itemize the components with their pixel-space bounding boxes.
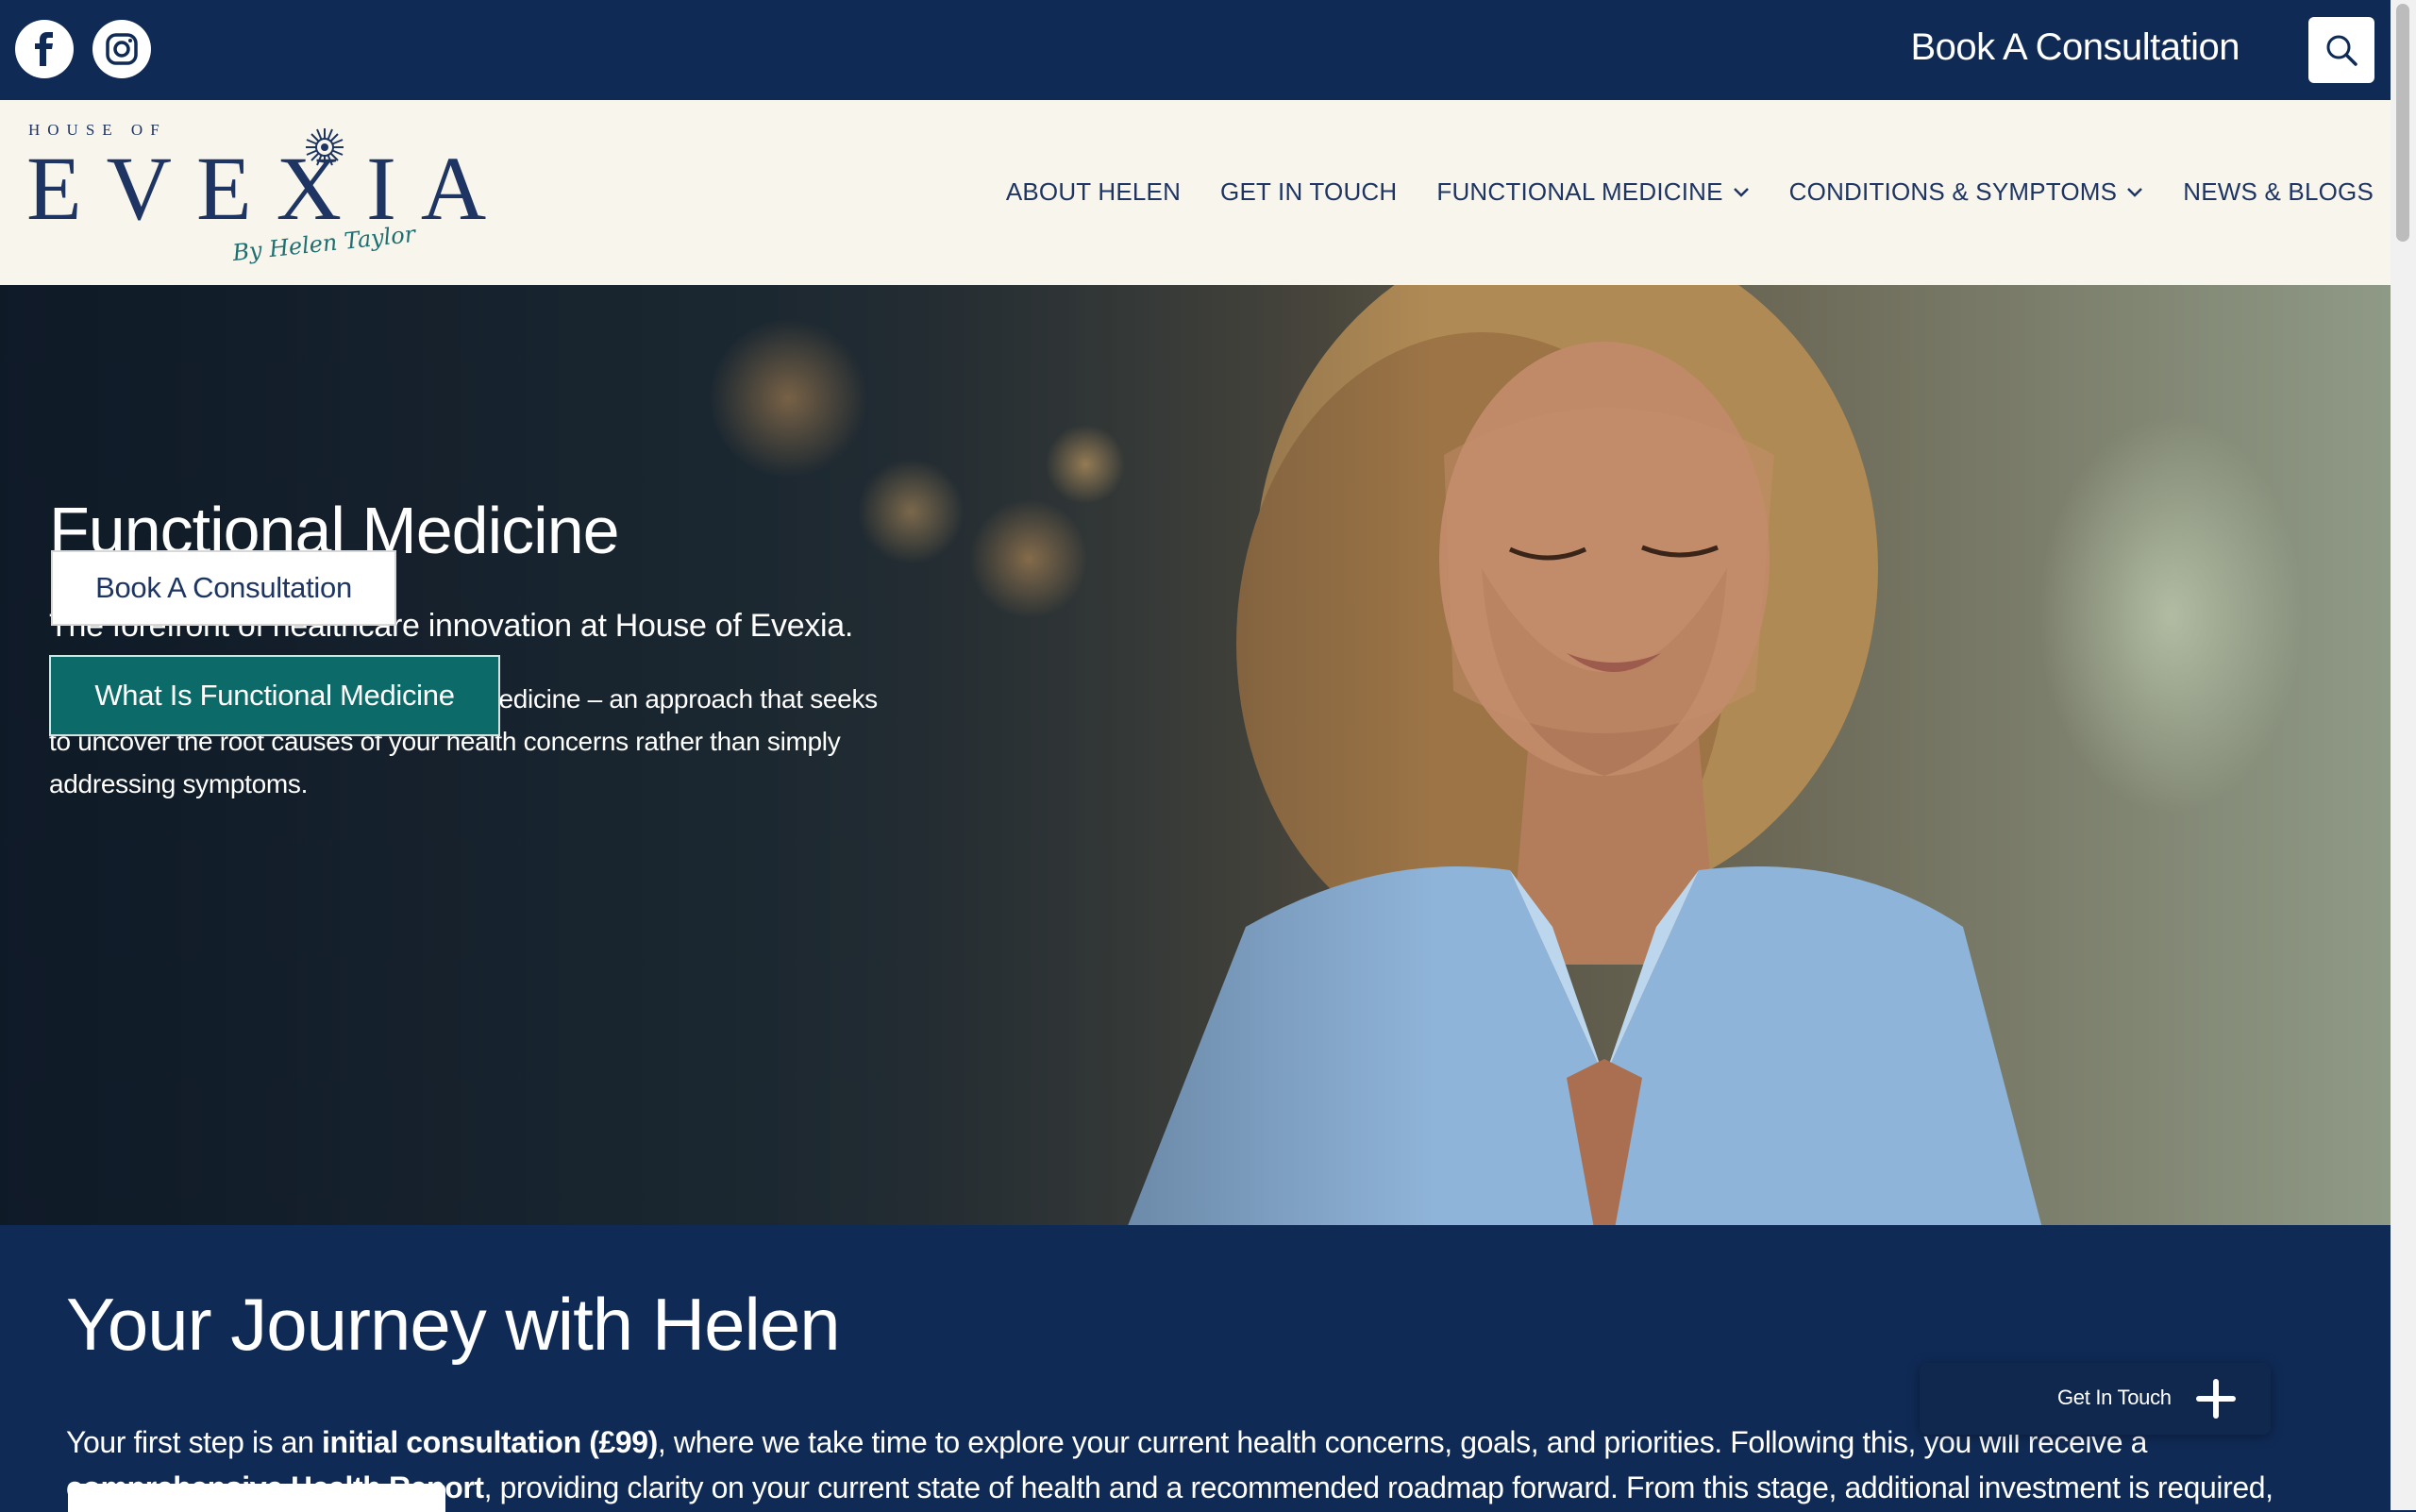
nav-label: CONDITIONS & SYMPTOMS [1788,177,2118,206]
plus-icon [2196,1379,2236,1419]
main-nav: ABOUT HELEN GET IN TOUCH FUNCTIONAL MEDI… [966,177,2374,207]
nav-get-in-touch[interactable]: GET IN TOUCH [1220,177,1397,207]
bottom-white-tab[interactable] [68,1484,445,1512]
search-button[interactable] [2308,17,2374,83]
nav-label: ABOUT HELEN [1005,177,1182,206]
chevron-down-icon [2127,187,2143,197]
site-header: HOUSE OF EVEXIA By Helen Taylor ABOUT HE… [0,100,2391,285]
instagram-icon[interactable] [92,20,151,78]
journey-text-bold: initial consultation (£99) [322,1425,658,1459]
facebook-icon[interactable] [15,20,74,78]
journey-text-part: Your first step is an [66,1425,323,1459]
floating-get-in-touch-button[interactable]: Get In Touch [1920,1363,2271,1435]
page-scrollbar[interactable] [2391,0,2416,1510]
search-icon [2326,35,2357,66]
scrollbar-thumb[interactable] [2396,4,2409,242]
floating-get-in-touch-label: Get In Touch [2057,1386,2172,1409]
flower-icon [306,128,344,166]
nav-conditions-symptoms[interactable]: CONDITIONS & SYMPTOMS [1789,177,2144,207]
chevron-down-icon [1733,187,1749,197]
top-book-consultation-link[interactable]: Book A Consultation [1910,26,2240,69]
nav-about-helen[interactable]: ABOUT HELEN [1006,177,1181,207]
site-logo[interactable]: HOUSE OF EVEXIA By Helen Taylor [26,117,486,268]
nav-label: FUNCTIONAL MEDICINE [1436,177,1723,206]
journey-text-part: , providing clarity on your current stat… [483,1470,2273,1504]
top-bar: Book A Consultation [0,0,2391,100]
logo-main-text: EVEXIA [26,138,512,239]
hero-section: Functional Medicine The forefront of hea… [0,285,2391,1225]
nav-news-blogs[interactable]: NEWS & BLOGS [2183,177,2374,207]
what-is-functional-medicine-button[interactable]: What Is Functional Medicine [49,655,500,736]
book-consultation-button[interactable]: Book A Consultation [51,550,396,626]
nav-functional-medicine[interactable]: FUNCTIONAL MEDICINE [1436,177,1749,207]
nav-label: NEWS & BLOGS [2183,177,2374,206]
nav-label: GET IN TOUCH [1220,177,1398,206]
journey-title: Your Journey with Helen [66,1283,841,1366]
